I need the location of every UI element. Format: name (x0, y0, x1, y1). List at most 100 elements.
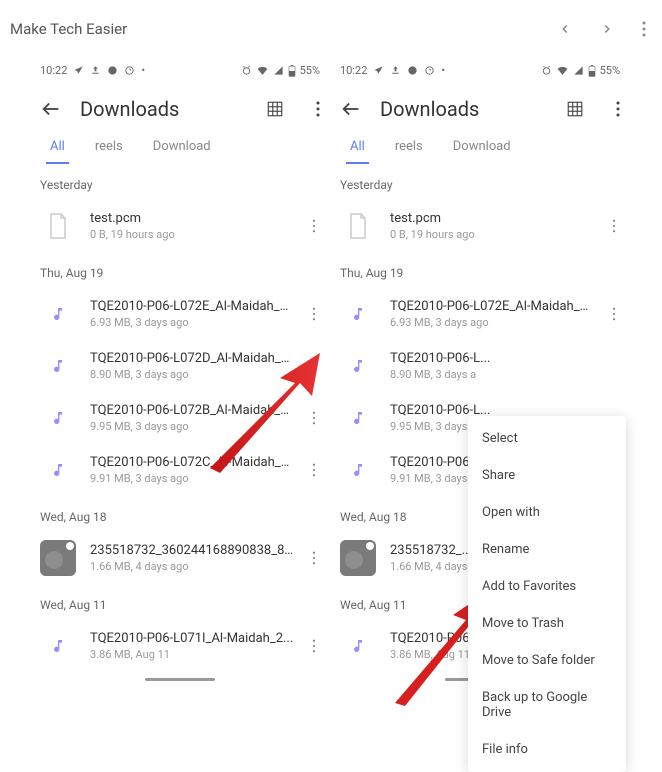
file-meta: 0 B, 19 hours ago (390, 228, 594, 241)
file-more-button[interactable] (308, 635, 320, 657)
file-row[interactable]: TQE2010-P06-L071I_Al-Maidah_2... 3.86 MB,… (30, 620, 330, 672)
upload-icon (390, 65, 401, 76)
page-title: Make Tech Easier (10, 20, 127, 38)
grid-view-button[interactable] (566, 100, 584, 118)
music-icon (40, 348, 76, 384)
menu-button[interactable] (316, 101, 320, 117)
image-thumb (40, 540, 76, 576)
document-icon (340, 208, 376, 244)
section-aug18: Wed, Aug 18 (30, 496, 330, 532)
file-more-button[interactable] (308, 215, 320, 237)
menu-file-info[interactable]: File info (468, 731, 626, 768)
page-header: Make Tech Easier (0, 0, 662, 58)
music-icon (340, 628, 376, 664)
file-name: TQE2010-P06-L072C_Al-Maidah_4... (90, 455, 294, 470)
status-bar: 10:22 • 55% (330, 58, 630, 83)
screen-title: Downloads (80, 97, 248, 121)
file-name: test.pcm (90, 211, 294, 226)
file-more-button[interactable] (308, 459, 320, 481)
music-icon (40, 452, 76, 488)
battery-icon (288, 65, 296, 77)
section-aug11: Wed, Aug 11 (30, 584, 330, 620)
file-row[interactable]: TQE2010-P06-L072E_Al-Maidah_4... 6.93 MB,… (330, 288, 630, 340)
tab-all[interactable]: All (46, 133, 69, 164)
file-meta: 9.91 MB, 3 days ago (90, 472, 294, 485)
signal-icon (273, 65, 284, 76)
file-more-button[interactable] (308, 407, 320, 429)
tab-reels[interactable]: reels (391, 133, 427, 164)
wifi-icon (256, 65, 269, 76)
messenger-icon (107, 65, 118, 76)
telegram-icon (73, 65, 84, 76)
sync-icon (124, 65, 135, 76)
music-icon (40, 296, 76, 332)
music-icon (40, 400, 76, 436)
file-row[interactable]: 235518732_360244168890838_8...1.66 MB, 4… (30, 532, 330, 584)
menu-open-with[interactable]: Open with (468, 494, 626, 531)
music-icon (340, 452, 376, 488)
back-button[interactable] (340, 98, 362, 120)
tab-download[interactable]: Download (149, 133, 215, 164)
file-name: TQE2010-P06-L071I_Al-Maidah_2... (90, 631, 294, 646)
file-name: TQE2010-P06-L072E_Al-Maidah_4... (90, 299, 294, 314)
sync-icon (424, 65, 435, 76)
file-more-button[interactable] (608, 303, 620, 325)
file-meta: 3.86 MB, Aug 11 (90, 648, 294, 661)
music-icon (340, 400, 376, 436)
menu-add-favorites[interactable]: Add to Favorites (468, 568, 626, 605)
menu-move-to-safe[interactable]: Move to Safe folder (468, 642, 626, 679)
file-name: test.pcm (390, 211, 594, 226)
status-bar: 10:22 • 55% (30, 58, 330, 83)
music-icon (340, 296, 376, 332)
menu-button[interactable] (616, 101, 620, 117)
status-time: 10:22 (40, 64, 67, 77)
back-button[interactable] (40, 98, 62, 120)
menu-backup-drive[interactable]: Back up to Google Drive (468, 679, 626, 731)
signal-icon (573, 65, 584, 76)
music-icon (40, 628, 76, 664)
menu-select[interactable]: Select (468, 420, 626, 457)
music-icon (340, 348, 376, 384)
file-meta: 8.90 MB, 3 days a (390, 368, 620, 381)
dot-icon: • (441, 64, 445, 77)
file-row[interactable]: TQE2010-P06-L...8.90 MB, 3 days a (330, 340, 630, 392)
menu-rename[interactable]: Rename (468, 531, 626, 568)
grid-view-button[interactable] (266, 100, 284, 118)
file-meta: 0 B, 19 hours ago (90, 228, 294, 241)
file-more-button[interactable] (308, 547, 320, 569)
file-meta: 6.93 MB, 3 days ago (390, 316, 594, 329)
file-row[interactable]: TQE2010-P06-L072C_Al-Maidah_4... 9.91 MB,… (30, 444, 330, 496)
file-more-button[interactable] (308, 303, 320, 325)
alarm-icon (541, 65, 552, 76)
section-aug19: Thu, Aug 19 (330, 252, 630, 288)
tabs: All reels Download (330, 133, 630, 164)
file-name: TQE2010-P06-L072E_Al-Maidah_4... (390, 299, 594, 314)
tab-all[interactable]: All (346, 133, 369, 164)
phone-left: 10:22 • 55% Downloads All reels Down (30, 58, 330, 681)
file-more-button[interactable] (608, 215, 620, 237)
status-time: 10:22 (340, 64, 367, 77)
file-row[interactable]: test.pcm 0 B, 19 hours ago (30, 200, 330, 252)
app-header: Downloads (330, 83, 630, 133)
battery-text: 55% (600, 64, 620, 77)
battery-text: 55% (300, 64, 320, 77)
tab-reels[interactable]: reels (91, 133, 127, 164)
file-row[interactable]: TQE2010-P06-L072B_Al-Maidah_4...9.95 MB,… (30, 392, 330, 444)
file-more-button[interactable] (308, 355, 320, 377)
file-row[interactable]: test.pcm 0 B, 19 hours ago (330, 200, 630, 252)
file-name: 235518732_360244168890838_8... (90, 543, 294, 558)
upload-icon (90, 65, 101, 76)
next-button[interactable] (600, 22, 614, 36)
more-button[interactable] (642, 21, 646, 37)
menu-share[interactable]: Share (468, 457, 626, 494)
file-row[interactable]: TQE2010-P06-L072E_Al-Maidah_4...6.93 MB,… (30, 288, 330, 340)
screen-title: Downloads (380, 97, 548, 121)
home-indicator (145, 678, 215, 681)
file-meta: 8.90 MB, 3 days ago (90, 368, 294, 381)
document-icon (40, 208, 76, 244)
menu-move-to-trash[interactable]: Move to Trash (468, 605, 626, 642)
tab-download[interactable]: Download (449, 133, 515, 164)
app-header: Downloads (30, 83, 330, 133)
prev-button[interactable] (558, 22, 572, 36)
file-row[interactable]: TQE2010-P06-L072D_Al-Maidah_4...8.90 MB,… (30, 340, 330, 392)
